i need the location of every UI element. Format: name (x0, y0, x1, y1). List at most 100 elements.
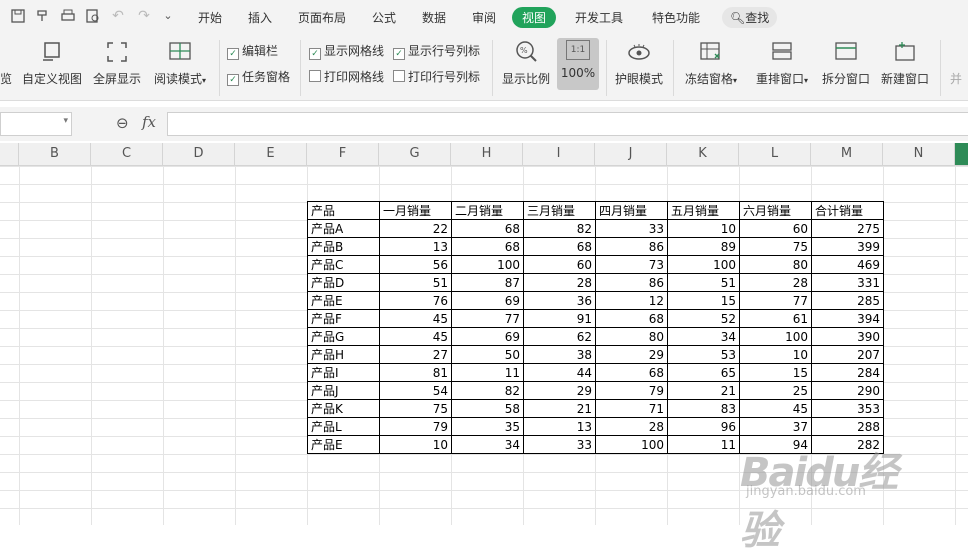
table-cell[interactable]: 58 (451, 399, 524, 418)
table-cell[interactable]: 68 (595, 363, 668, 382)
table-cell[interactable]: 60 (739, 219, 812, 238)
table-cell[interactable]: 13 (523, 417, 596, 436)
custom-view-button[interactable]: 自定义视图 (22, 40, 82, 87)
table-cell[interactable]: 75 (379, 399, 452, 418)
table-cell[interactable]: 34 (667, 327, 740, 346)
header-cell[interactable]: 五月销量 (667, 201, 740, 220)
table-cell[interactable]: 产品E (307, 435, 380, 454)
table-cell[interactable]: 331 (811, 273, 884, 292)
table-cell[interactable]: 50 (451, 345, 524, 364)
table-cell[interactable]: 73 (595, 255, 668, 274)
header-cell[interactable]: 三月销量 (523, 201, 596, 220)
name-box[interactable]: ▾ (0, 112, 72, 136)
table-cell[interactable]: 产品D (307, 273, 380, 292)
column-header[interactable]: L (739, 143, 811, 165)
table-cell[interactable]: 68 (451, 237, 524, 256)
table-cell[interactable]: 53 (667, 345, 740, 364)
header-cell[interactable]: 合计销量 (811, 201, 884, 220)
column-header[interactable]: J (595, 143, 667, 165)
table-cell[interactable]: 27 (379, 345, 452, 364)
tab-insert[interactable]: 插入 (248, 9, 272, 26)
zoom-100-button[interactable]: 1:1 100% (557, 38, 599, 90)
table-cell[interactable]: 79 (379, 417, 452, 436)
table-cell[interactable]: 68 (595, 309, 668, 328)
print-headers-checkbox[interactable]: 打印行号列标 (393, 68, 480, 85)
redo-icon[interactable]: ↷ (136, 8, 152, 24)
table-cell[interactable]: 77 (451, 309, 524, 328)
zoom-search-icon[interactable]: ⊖ (116, 114, 129, 132)
table-cell[interactable]: 产品J (307, 381, 380, 400)
show-gridlines-checkbox[interactable]: ✓ 显示网格线 (309, 42, 384, 60)
edit-bar-checkbox[interactable]: ✓ 编辑栏 (227, 42, 278, 60)
table-cell[interactable]: 15 (739, 363, 812, 382)
column-header[interactable]: G (379, 143, 451, 165)
table-cell[interactable]: 产品H (307, 345, 380, 364)
table-cell[interactable]: 86 (595, 273, 668, 292)
zoom-ratio-button[interactable]: % 显示比例 (500, 40, 552, 87)
column-header-selected[interactable] (955, 143, 968, 165)
table-cell[interactable]: 80 (595, 327, 668, 346)
table-cell[interactable]: 29 (595, 345, 668, 364)
table-cell[interactable]: 82 (523, 219, 596, 238)
search-button[interactable]: 🔍︎查找 (722, 7, 778, 28)
column-header[interactable]: F (307, 143, 379, 165)
column-header[interactable]: D (163, 143, 235, 165)
print-icon[interactable] (60, 8, 76, 24)
table-cell[interactable]: 290 (811, 381, 884, 400)
tab-formulas[interactable]: 公式 (372, 9, 396, 26)
table-cell[interactable]: 产品K (307, 399, 380, 418)
tab-view[interactable]: 视图 (512, 7, 557, 28)
table-cell[interactable]: 产品A (307, 219, 380, 238)
table-cell[interactable]: 产品L (307, 417, 380, 436)
table-cell[interactable]: 68 (451, 219, 524, 238)
table-cell[interactable]: 100 (595, 435, 668, 454)
tab-review[interactable]: 审阅 (472, 9, 496, 26)
table-cell[interactable]: 65 (667, 363, 740, 382)
table-cell[interactable]: 45 (739, 399, 812, 418)
table-cell[interactable]: 96 (667, 417, 740, 436)
table-cell[interactable]: 61 (739, 309, 812, 328)
table-cell[interactable]: 38 (523, 345, 596, 364)
table-cell[interactable]: 12 (595, 291, 668, 310)
tab-home[interactable]: 开始 (198, 9, 222, 26)
partial-button-label[interactable]: 览 (0, 70, 12, 87)
table-cell[interactable]: 21 (523, 399, 596, 418)
table-cell[interactable]: 36 (523, 291, 596, 310)
table-cell[interactable]: 11 (451, 363, 524, 382)
table-cell[interactable]: 100 (667, 255, 740, 274)
arrange-windows-button[interactable]: 重排窗口▾ (751, 40, 813, 87)
table-cell[interactable]: 81 (379, 363, 452, 382)
table-cell[interactable]: 285 (811, 291, 884, 310)
table-cell[interactable]: 13 (379, 237, 452, 256)
table-cell[interactable]: 45 (379, 309, 452, 328)
table-cell[interactable]: 11 (667, 435, 740, 454)
table-cell[interactable]: 25 (739, 381, 812, 400)
table-cell[interactable]: 394 (811, 309, 884, 328)
freeze-panes-button[interactable]: 冻结窗格▾ (680, 40, 742, 87)
table-cell[interactable]: 77 (739, 291, 812, 310)
table-cell[interactable]: 产品B (307, 237, 380, 256)
table-cell[interactable]: 89 (667, 237, 740, 256)
undo-icon[interactable]: ↶ (110, 8, 126, 24)
table-cell[interactable]: 产品C (307, 255, 380, 274)
table-cell[interactable]: 79 (595, 381, 668, 400)
table-cell[interactable]: 28 (523, 273, 596, 292)
print-preview-icon[interactable] (85, 8, 101, 24)
new-window-button[interactable]: 新建窗口 (878, 40, 932, 87)
eye-care-button[interactable]: 护眼模式 (612, 40, 666, 87)
fullscreen-button[interactable]: 全屏显示 (92, 40, 142, 87)
table-cell[interactable]: 34 (451, 435, 524, 454)
table-cell[interactable]: 71 (595, 399, 668, 418)
format-painter-icon[interactable] (35, 8, 51, 24)
table-cell[interactable]: 35 (451, 417, 524, 436)
column-header[interactable]: I (523, 143, 595, 165)
tab-data[interactable]: 数据 (422, 9, 446, 26)
table-cell[interactable]: 51 (379, 273, 452, 292)
table-cell[interactable]: 产品I (307, 363, 380, 382)
table-cell[interactable]: 68 (523, 237, 596, 256)
table-cell[interactable]: 469 (811, 255, 884, 274)
table-cell[interactable]: 75 (739, 237, 812, 256)
table-cell[interactable]: 28 (595, 417, 668, 436)
tab-page-layout[interactable]: 页面布局 (298, 9, 346, 26)
table-cell[interactable]: 51 (667, 273, 740, 292)
